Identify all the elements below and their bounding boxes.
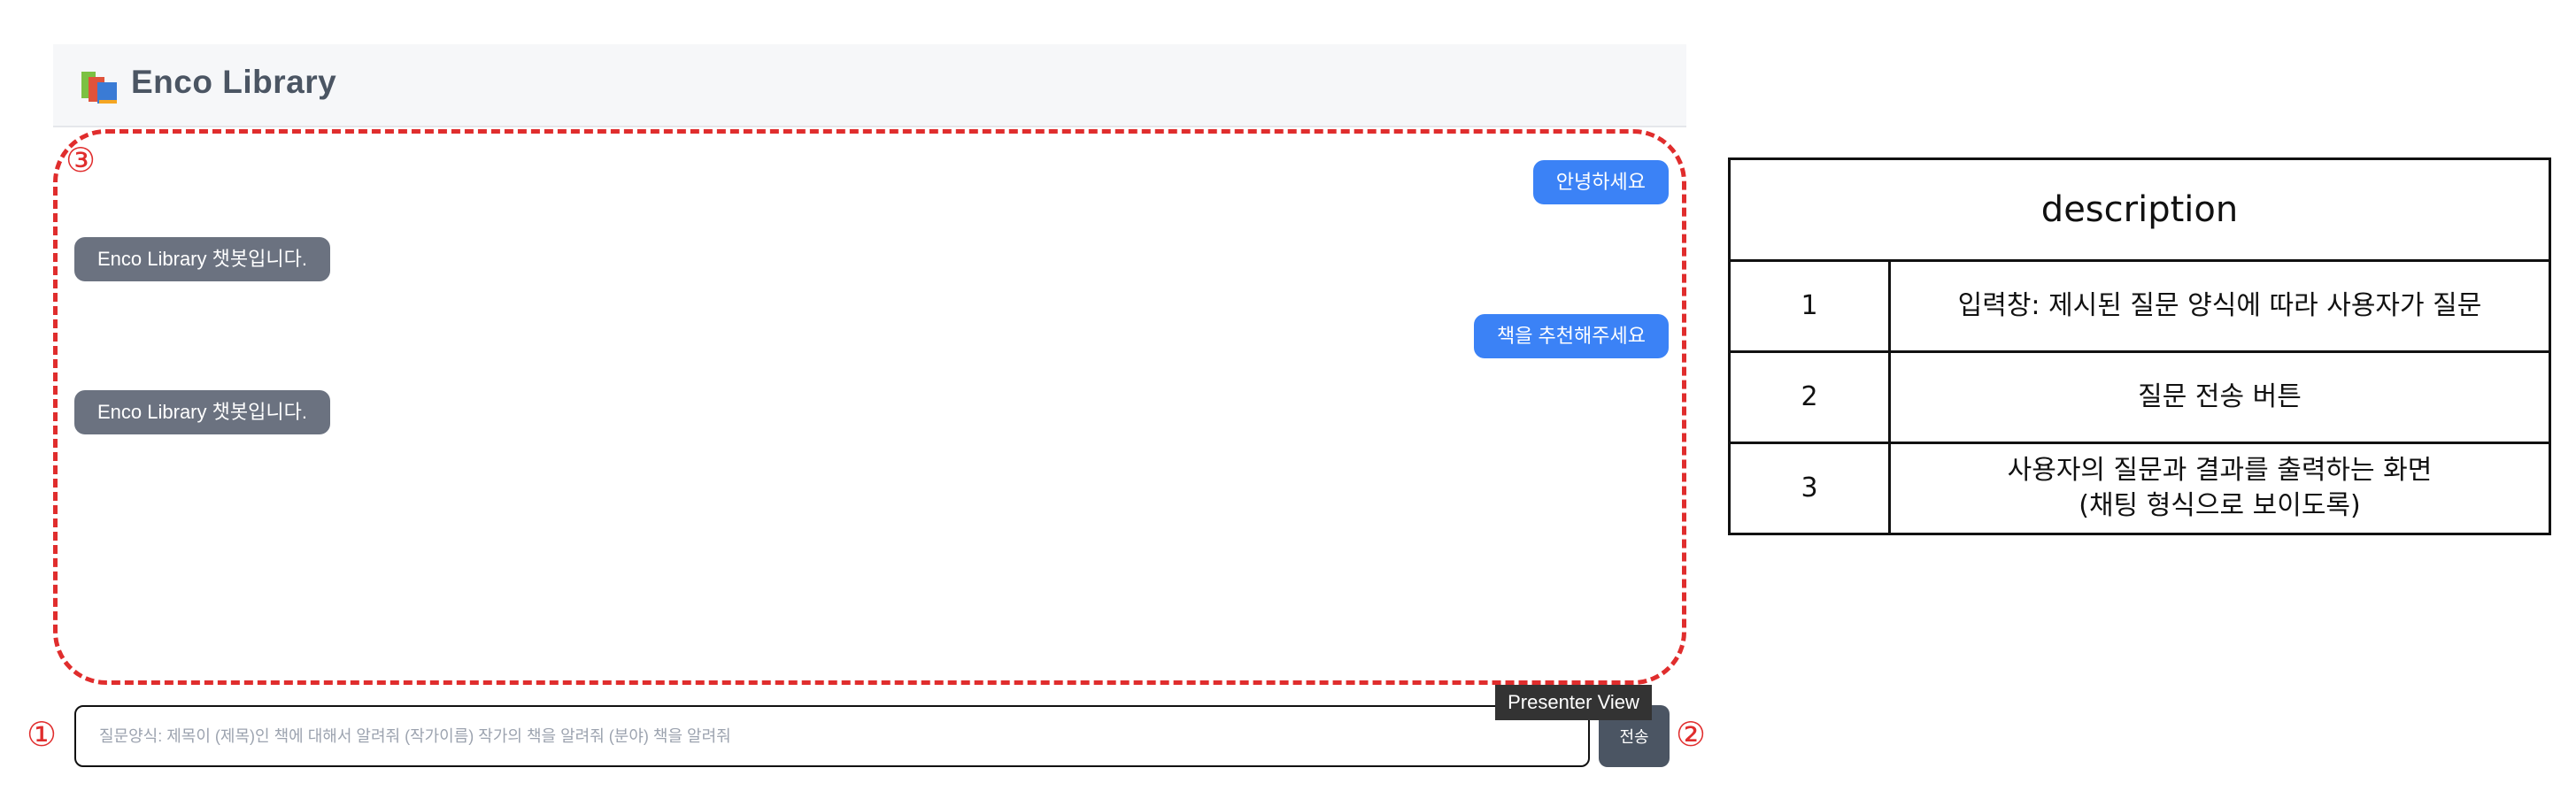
row-number: 2 bbox=[1728, 350, 1891, 444]
row-text: (채팅 형식으로 보이도록) bbox=[2079, 490, 2361, 521]
books-icon bbox=[81, 72, 117, 104]
table-row: 2 질문 전송 버튼 bbox=[1728, 350, 2551, 444]
bot-message: Enco Library 챗봇입니다. bbox=[74, 390, 330, 434]
table-header: description bbox=[1728, 157, 2551, 262]
presenter-view-tooltip[interactable]: Presenter View bbox=[1495, 685, 1652, 720]
description-table: description 1 입력창: 제시된 질문 양식에 따라 사용자가 질문… bbox=[1728, 157, 2551, 535]
table-row: 1 입력창: 제시된 질문 양식에 따라 사용자가 질문 bbox=[1728, 259, 2551, 353]
table-header-row: description bbox=[1728, 157, 2551, 262]
app-title: Enco Library bbox=[131, 64, 337, 100]
row-description: 사용자의 질문과 결과를 출력하는 화면 (채팅 형식으로 보이도록) bbox=[1888, 442, 2551, 535]
row-number: 3 bbox=[1728, 442, 1891, 535]
row-text: 사용자의 질문과 결과를 출력하는 화면 bbox=[2007, 455, 2433, 486]
marker-1: ① bbox=[27, 715, 58, 754]
row-number: 1 bbox=[1728, 259, 1891, 353]
row-description: 질문 전송 버튼 bbox=[1888, 350, 2551, 444]
app-header: Enco Library bbox=[53, 44, 1686, 127]
question-input[interactable] bbox=[74, 705, 1590, 767]
table-row: 3 사용자의 질문과 결과를 출력하는 화면 (채팅 형식으로 보이도록) bbox=[1728, 442, 2551, 535]
marker-3: ③ bbox=[66, 141, 96, 180]
bot-message: Enco Library 챗봇입니다. bbox=[74, 237, 330, 281]
user-message: 안녕하세요 bbox=[1532, 160, 1669, 204]
marker-2: ② bbox=[1676, 715, 1707, 754]
row-text: 입력창: 제시된 질문 양식에 따라 사용자가 질문 bbox=[1957, 290, 2482, 321]
user-message: 책을 추천해주세요 bbox=[1473, 314, 1669, 358]
row-description: 입력창: 제시된 질문 양식에 따라 사용자가 질문 bbox=[1888, 259, 2551, 353]
row-text: 질문 전송 버튼 bbox=[2138, 381, 2302, 412]
